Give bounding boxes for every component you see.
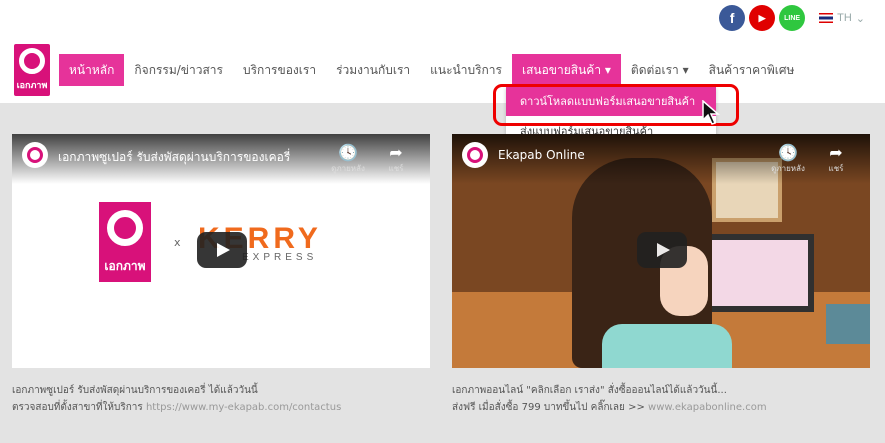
social-bar: f ▶ LINE TH ⌄ (719, 5, 865, 31)
scene-laptop (698, 234, 814, 312)
language-selector[interactable]: TH ⌄ (819, 12, 865, 25)
video-top-bar: Ekapab Online 🕓 ดูภายหลัง ➦ แชร์ (452, 134, 870, 184)
video-title[interactable]: Ekapab Online (498, 148, 764, 162)
share-button[interactable]: ➦ แชร์ (372, 144, 420, 175)
share-icon: ➦ (389, 143, 403, 162)
language-label: TH (837, 12, 852, 24)
share-button[interactable]: ➦ แชร์ (812, 144, 860, 175)
facebook-icon[interactable]: f (719, 5, 746, 31)
watch-later-button[interactable]: 🕓 ดูภายหลัง (324, 144, 372, 175)
youtube-icon[interactable]: ▶ (749, 5, 776, 31)
site-header: f ▶ LINE TH ⌄ เอกภาพ หน้าหลัก กิจกรรม/ข่… (0, 0, 885, 103)
nav-contact[interactable]: ติดต่อเรา ▾ (621, 54, 699, 86)
online-store-link[interactable]: www.ekapabonline.com (648, 402, 767, 413)
video-top-bar: เอกภาพซูเปอร์ รับส่งพัสดุผ่านบริการของเค… (12, 134, 430, 184)
watch-later-button[interactable]: 🕓 ดูภายหลัง (764, 144, 812, 175)
contact-link[interactable]: https://www.my-ekapab.com/contactus (146, 402, 341, 413)
mouse-cursor-icon (702, 100, 721, 125)
logo-text: เอกภาพ (16, 81, 48, 91)
scene-girl-shirt (602, 324, 732, 368)
logo-ring-icon (19, 48, 45, 74)
express-text: EXPRESS (242, 252, 318, 263)
share-icon: ➦ (829, 143, 843, 162)
collab-x: x (174, 236, 181, 249)
caption-line: เอกภาพออนไลน์ "คลิกเลือก เราส่ง" สั่งซื้… (452, 385, 727, 396)
chevron-down-icon: ⌄ (855, 12, 865, 25)
video-title[interactable]: เอกภาพซูเปอร์ รับส่งพัสดุผ่านบริการของเค… (58, 148, 324, 167)
nav-offer-products[interactable]: เสนอขายสินค้า ▾ (511, 54, 621, 86)
play-button[interactable] (637, 232, 687, 268)
video-caption-online: เอกภาพออนไลน์ "คลิกเลือก เราส่ง" สั่งซื้… (452, 382, 882, 416)
nav-careers[interactable]: ร่วมงานกับเรา (326, 54, 420, 86)
caption-line: ส่งฟรี เมื่อสั่งซื้อ 799 บาทขึ้นไป คลิ๊ก… (452, 402, 767, 413)
play-button[interactable] (197, 232, 247, 268)
thai-flag-icon (819, 13, 834, 23)
video-kerry[interactable]: เอกภาพ x KERRY EXPRESS เอกภาพซูเปอร์ รับ… (12, 134, 430, 368)
nav-services[interactable]: บริการของเรา (233, 54, 326, 86)
caption-line: เอกภาพซูเปอร์ รับส่งพัสดุผ่านบริการของเค… (12, 385, 258, 396)
clock-icon: 🕓 (338, 143, 358, 162)
ekapab-logo: เอกภาพ (99, 202, 151, 282)
nav-home[interactable]: หน้าหลัก (59, 54, 125, 86)
scene-books (826, 304, 870, 344)
site-logo[interactable]: เอกภาพ (14, 44, 50, 96)
logo-ring-icon (107, 210, 143, 246)
nav-special-price[interactable]: สินค้าราคาพิเศษ (699, 54, 805, 86)
video-ekapab-online[interactable]: Ekapab Online 🕓 ดูภายหลัง ➦ แชร์ (452, 134, 870, 368)
main-nav: หน้าหลัก กิจกรรม/ข่าวสาร บริการของเรา ร่… (59, 54, 804, 86)
clock-icon: 🕓 (778, 143, 798, 162)
channel-avatar-icon[interactable] (22, 142, 48, 168)
line-icon[interactable]: LINE (779, 5, 806, 31)
nav-introduce[interactable]: แนะนำบริการ (420, 54, 512, 86)
video-caption-kerry: เอกภาพซูเปอร์ รับส่งพัสดุผ่านบริการของเค… (12, 382, 442, 416)
caption-line: ตรวจสอบที่ตั้งสาขาที่ให้บริการ https://w… (12, 402, 342, 413)
nav-activities[interactable]: กิจกรรม/ข่าวสาร (124, 54, 233, 86)
logo-text: เอกภาพ (104, 259, 146, 273)
channel-avatar-icon[interactable] (462, 142, 488, 168)
